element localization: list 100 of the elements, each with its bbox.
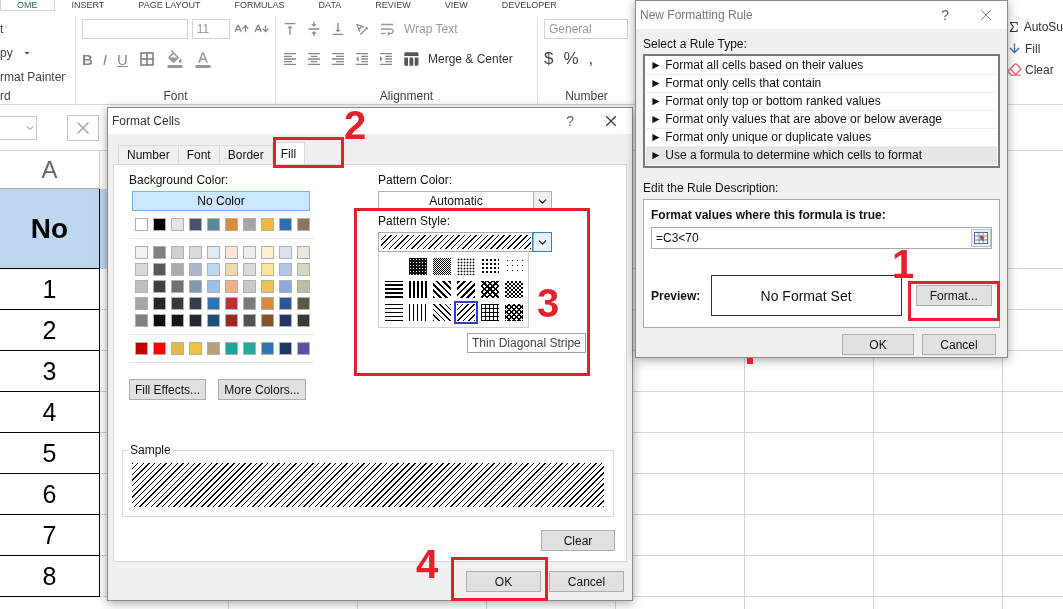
ribbon-tab[interactable]: REVIEW — [358, 0, 428, 11]
rule-type-item[interactable]: ► Format only unique or duplicate values — [646, 129, 997, 147]
color-swatch[interactable] — [261, 280, 274, 293]
italic-button[interactable]: I — [102, 50, 107, 68]
middle-align-icon[interactable] — [306, 21, 322, 37]
color-swatch[interactable] — [171, 280, 184, 293]
color-swatch[interactable] — [135, 246, 148, 259]
formula-field[interactable]: =C3<70 — [651, 227, 992, 249]
format-button[interactable]: Format... — [915, 285, 992, 306]
more-colors-button[interactable]: More Colors... — [218, 379, 306, 400]
ok-button[interactable]: OK — [842, 334, 914, 355]
color-swatch[interactable] — [261, 342, 274, 355]
fill-down-icon[interactable] — [1007, 41, 1022, 56]
name-box[interactable] — [0, 115, 37, 140]
color-swatch[interactable] — [171, 314, 184, 327]
pattern-option[interactable] — [478, 278, 502, 301]
color-swatch[interactable] — [297, 246, 310, 259]
color-swatch[interactable] — [243, 342, 256, 355]
color-swatch[interactable] — [207, 297, 220, 310]
ribbon-tab[interactable]: DATA — [301, 0, 359, 11]
pattern-option[interactable] — [430, 255, 454, 278]
color-swatch[interactable] — [225, 342, 238, 355]
underline-button[interactable]: U — [117, 50, 128, 68]
fill-effects-button[interactable]: Fill Effects... — [129, 379, 206, 400]
ribbon-tab[interactable]: VIEW — [427, 0, 485, 11]
merge-icon[interactable] — [402, 50, 420, 68]
color-swatch[interactable] — [153, 263, 166, 276]
bottom-align-icon[interactable] — [330, 21, 346, 37]
color-swatch[interactable] — [135, 342, 148, 355]
borders-icon[interactable] — [137, 50, 156, 68]
color-swatch[interactable] — [153, 280, 166, 293]
align-center-icon[interactable] — [306, 51, 322, 67]
color-swatch[interactable] — [297, 218, 310, 231]
color-swatch[interactable] — [279, 280, 292, 293]
top-align-icon[interactable] — [282, 21, 298, 37]
color-swatch[interactable] — [207, 246, 220, 259]
color-swatch[interactable] — [243, 314, 256, 327]
color-swatch[interactable] — [189, 342, 202, 355]
ribbon-tab[interactable]: OME — [0, 0, 55, 11]
align-left-icon[interactable] — [282, 51, 298, 67]
rule-type-item[interactable]: ► Format only cells that contain — [646, 75, 997, 93]
pattern-option[interactable] — [478, 301, 502, 324]
fill-bucket-icon[interactable] — [165, 50, 184, 68]
color-swatch[interactable] — [279, 342, 292, 355]
color-swatch[interactable] — [243, 297, 256, 310]
help-button[interactable]: ? — [552, 113, 588, 129]
percent-button[interactable]: % — [563, 49, 579, 69]
rule-type-item[interactable]: ► Format all cells based on their values — [646, 57, 997, 75]
color-swatch[interactable] — [189, 297, 202, 310]
color-swatch[interactable] — [243, 280, 256, 293]
comma-button[interactable]: , — [588, 49, 594, 69]
bold-button[interactable]: B — [82, 50, 93, 68]
color-swatch[interactable] — [207, 263, 220, 276]
color-swatch[interactable] — [225, 280, 238, 293]
color-swatch[interactable] — [261, 246, 274, 259]
color-swatch[interactable] — [261, 314, 274, 327]
color-swatch[interactable] — [171, 218, 184, 231]
color-swatch[interactable] — [189, 263, 202, 276]
color-swatch[interactable] — [171, 246, 184, 259]
color-swatch[interactable] — [279, 297, 292, 310]
ribbon-tab[interactable]: FORMULAS — [217, 0, 302, 11]
color-swatch[interactable] — [243, 246, 256, 259]
color-swatch[interactable] — [297, 280, 310, 293]
color-swatch[interactable] — [297, 297, 310, 310]
ribbon-tab[interactable]: DEVELOPER — [484, 0, 574, 11]
font-color-icon[interactable] — [193, 50, 212, 68]
color-swatch[interactable] — [153, 314, 166, 327]
merge-center-button[interactable]: Merge & Center — [428, 52, 513, 66]
color-swatch[interactable] — [207, 314, 220, 327]
dialog-tab[interactable]: Number — [118, 145, 179, 164]
rule-type-item[interactable]: ► Use a formula to determine which cells to format — [646, 147, 997, 165]
color-swatch[interactable] — [207, 218, 220, 231]
color-swatch[interactable] — [225, 263, 238, 276]
color-swatch[interactable] — [135, 218, 148, 231]
pattern-style-dropdown[interactable] — [378, 232, 552, 252]
clear-button[interactable]: Clear — [1025, 62, 1054, 77]
color-swatch[interactable] — [225, 314, 238, 327]
cut-button[interactable]: t — [0, 22, 4, 36]
color-swatch[interactable] — [243, 263, 256, 276]
color-swatch[interactable] — [225, 297, 238, 310]
pattern-option[interactable] — [406, 255, 430, 278]
color-swatch[interactable] — [189, 218, 202, 231]
color-swatch[interactable] — [207, 280, 220, 293]
color-swatch[interactable] — [171, 342, 184, 355]
indent-decrease-icon[interactable] — [354, 51, 370, 67]
color-swatch[interactable] — [261, 297, 274, 310]
cancel-button[interactable] — [67, 114, 99, 141]
pattern-option[interactable] — [454, 255, 478, 278]
color-swatch[interactable] — [189, 314, 202, 327]
cancel-button[interactable]: Cancel — [549, 571, 624, 592]
pattern-option[interactable] — [406, 278, 430, 301]
rule-type-item[interactable]: ► Format only values that are above or below average — [646, 111, 997, 129]
autosum-button[interactable]: AutoSu — [1023, 20, 1063, 34]
ribbon-tab[interactable]: INSERT — [54, 0, 122, 11]
sigma-icon[interactable] — [1007, 19, 1021, 35]
color-swatch[interactable] — [297, 263, 310, 276]
cancel-button[interactable]: Cancel — [922, 334, 996, 355]
color-swatch[interactable] — [279, 246, 292, 259]
pattern-option[interactable] — [382, 301, 406, 324]
color-swatch[interactable] — [153, 297, 166, 310]
